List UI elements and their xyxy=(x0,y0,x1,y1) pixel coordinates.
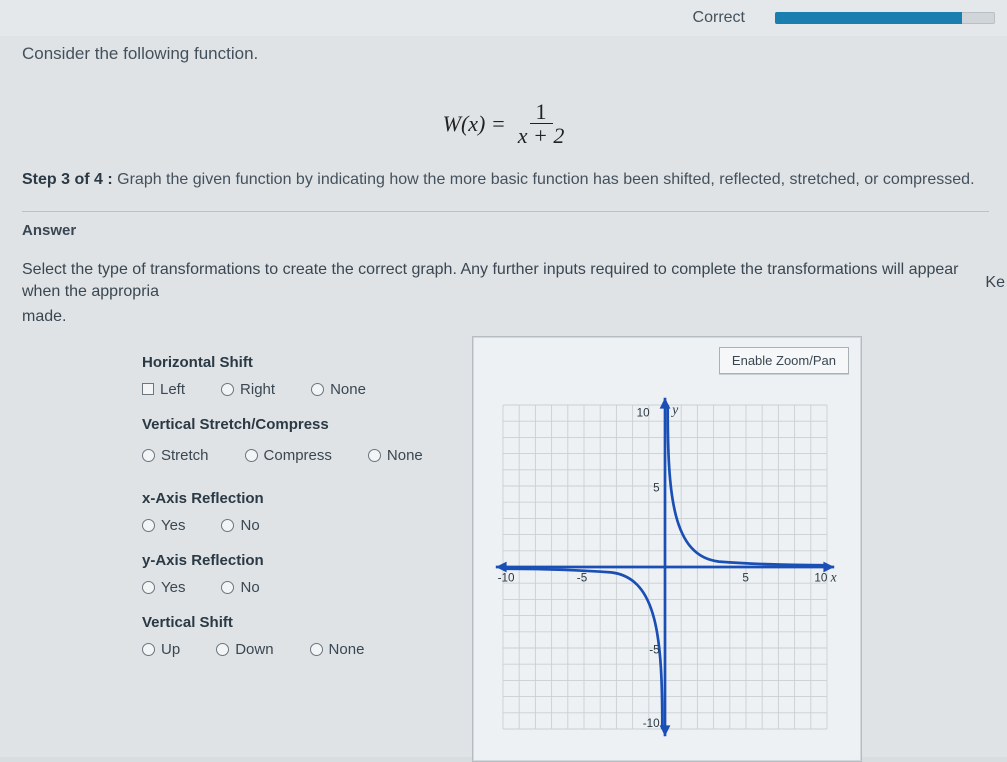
yreflect-yes-option[interactable]: Yes xyxy=(142,579,185,596)
progress-fill xyxy=(775,12,962,24)
hshift-right-label: Right xyxy=(240,381,275,398)
curve-branch-positive xyxy=(668,405,827,565)
formula: W(x) = 1 x + 2 xyxy=(22,100,989,147)
radio-icon xyxy=(142,449,155,462)
graph-column: Enable Zoom/Pan xyxy=(472,336,989,762)
hshift-none-option[interactable]: None xyxy=(311,381,366,398)
xreflect-options: Yes No xyxy=(142,517,452,534)
divider xyxy=(22,211,989,212)
checkbox-icon xyxy=(142,383,154,395)
vstretch-stretch-option[interactable]: Stretch xyxy=(142,447,209,464)
step-text: Graph the given function by indicating h… xyxy=(117,171,974,188)
enable-zoom-button[interactable]: Enable Zoom/Pan xyxy=(719,347,849,374)
vstretch-options: Stretch Compress None xyxy=(142,447,452,464)
xreflect-yes-option[interactable]: Yes xyxy=(142,517,185,534)
progress-bar xyxy=(775,12,995,24)
radio-icon xyxy=(310,643,323,656)
yreflect-yes-label: Yes xyxy=(161,579,185,596)
formula-numerator: 1 xyxy=(530,100,553,124)
tick-y-neg10: -10 xyxy=(643,717,660,730)
vshift-none-label: None xyxy=(329,641,365,658)
answer-label: Answer xyxy=(22,222,989,239)
vshift-none-option[interactable]: None xyxy=(310,641,365,658)
graph-canvas[interactable]: y x 10 5 -5 -10 5 10 -5 -10 xyxy=(485,387,845,747)
vshift-down-option[interactable]: Down xyxy=(216,641,273,658)
radio-icon xyxy=(221,383,234,396)
y-axis-label: y xyxy=(670,402,678,417)
graph-svg: y x 10 5 -5 -10 5 10 -5 -10 xyxy=(485,387,845,747)
formula-denominator: x + 2 xyxy=(514,124,569,147)
radio-icon xyxy=(216,643,229,656)
tick-x-5: 5 xyxy=(742,571,749,584)
vstretch-title: Vertical Stretch/Compress xyxy=(142,416,452,433)
yreflect-no-option[interactable]: No xyxy=(221,579,259,596)
vstretch-compress-label: Compress xyxy=(264,447,332,464)
step-line: Step 3 of 4 : Graph the given function b… xyxy=(22,171,989,189)
xreflect-no-option[interactable]: No xyxy=(221,517,259,534)
radio-icon xyxy=(368,449,381,462)
vshift-up-label: Up xyxy=(161,641,180,658)
vstretch-stretch-label: Stretch xyxy=(161,447,209,464)
xreflect-yes-label: Yes xyxy=(161,517,185,534)
top-bar: Correct xyxy=(0,0,1007,36)
radio-icon xyxy=(311,383,324,396)
radio-icon xyxy=(221,519,234,532)
instructions-line1: Select the type of transformations to cr… xyxy=(22,259,989,302)
vshift-options: Up Down None xyxy=(142,641,452,658)
tick-y-10: 10 xyxy=(637,407,651,420)
hshift-right-option[interactable]: Right xyxy=(221,381,275,398)
tick-y-5: 5 xyxy=(653,481,660,494)
step-label: Step 3 of 4 : xyxy=(22,171,113,188)
yreflect-title: y-Axis Reflection xyxy=(142,552,452,569)
horizontal-shift-title: Horizontal Shift xyxy=(142,354,452,371)
vstretch-compress-option[interactable]: Compress xyxy=(245,447,332,464)
instructions-line2: made. xyxy=(22,306,989,328)
horizontal-shift-options: Left Right None xyxy=(142,381,452,398)
xreflect-no-label: No xyxy=(240,517,259,534)
x-axis-label: x xyxy=(830,569,837,584)
tick-x-neg10: -10 xyxy=(498,571,515,584)
yreflect-options: Yes No xyxy=(142,579,452,596)
hshift-left-option[interactable]: Left xyxy=(142,381,185,398)
xreflect-title: x-Axis Reflection xyxy=(142,490,452,507)
vshift-title: Vertical Shift xyxy=(142,614,452,631)
formula-fraction: 1 x + 2 xyxy=(514,100,569,147)
yreflect-no-label: No xyxy=(240,579,259,596)
radio-icon xyxy=(245,449,258,462)
radio-icon xyxy=(142,519,155,532)
tick-x-10: 10 xyxy=(814,571,828,584)
graph-panel: Enable Zoom/Pan xyxy=(472,336,862,762)
hshift-left-label: Left xyxy=(160,381,185,398)
content-area: Consider the following function. W(x) = … xyxy=(0,36,1007,757)
hint-truncated: Ke xyxy=(985,274,1005,292)
radio-icon xyxy=(221,581,234,594)
formula-lhs: W(x) = xyxy=(443,111,506,137)
vstretch-none-label: None xyxy=(387,447,423,464)
radio-icon xyxy=(142,643,155,656)
transform-controls: Horizontal Shift Left Right None Vertica… xyxy=(22,336,452,658)
columns: Horizontal Shift Left Right None Vertica… xyxy=(22,336,989,762)
curve-branch-negative xyxy=(503,569,662,729)
radio-icon xyxy=(142,581,155,594)
vstretch-none-option[interactable]: None xyxy=(368,447,423,464)
question-prompt: Consider the following function. xyxy=(22,44,989,64)
correct-label: Correct xyxy=(693,9,745,27)
tick-x-neg5: -5 xyxy=(577,571,588,584)
vshift-up-option[interactable]: Up xyxy=(142,641,180,658)
vshift-down-label: Down xyxy=(235,641,273,658)
hshift-none-label: None xyxy=(330,381,366,398)
tick-y-neg5: -5 xyxy=(649,643,660,656)
